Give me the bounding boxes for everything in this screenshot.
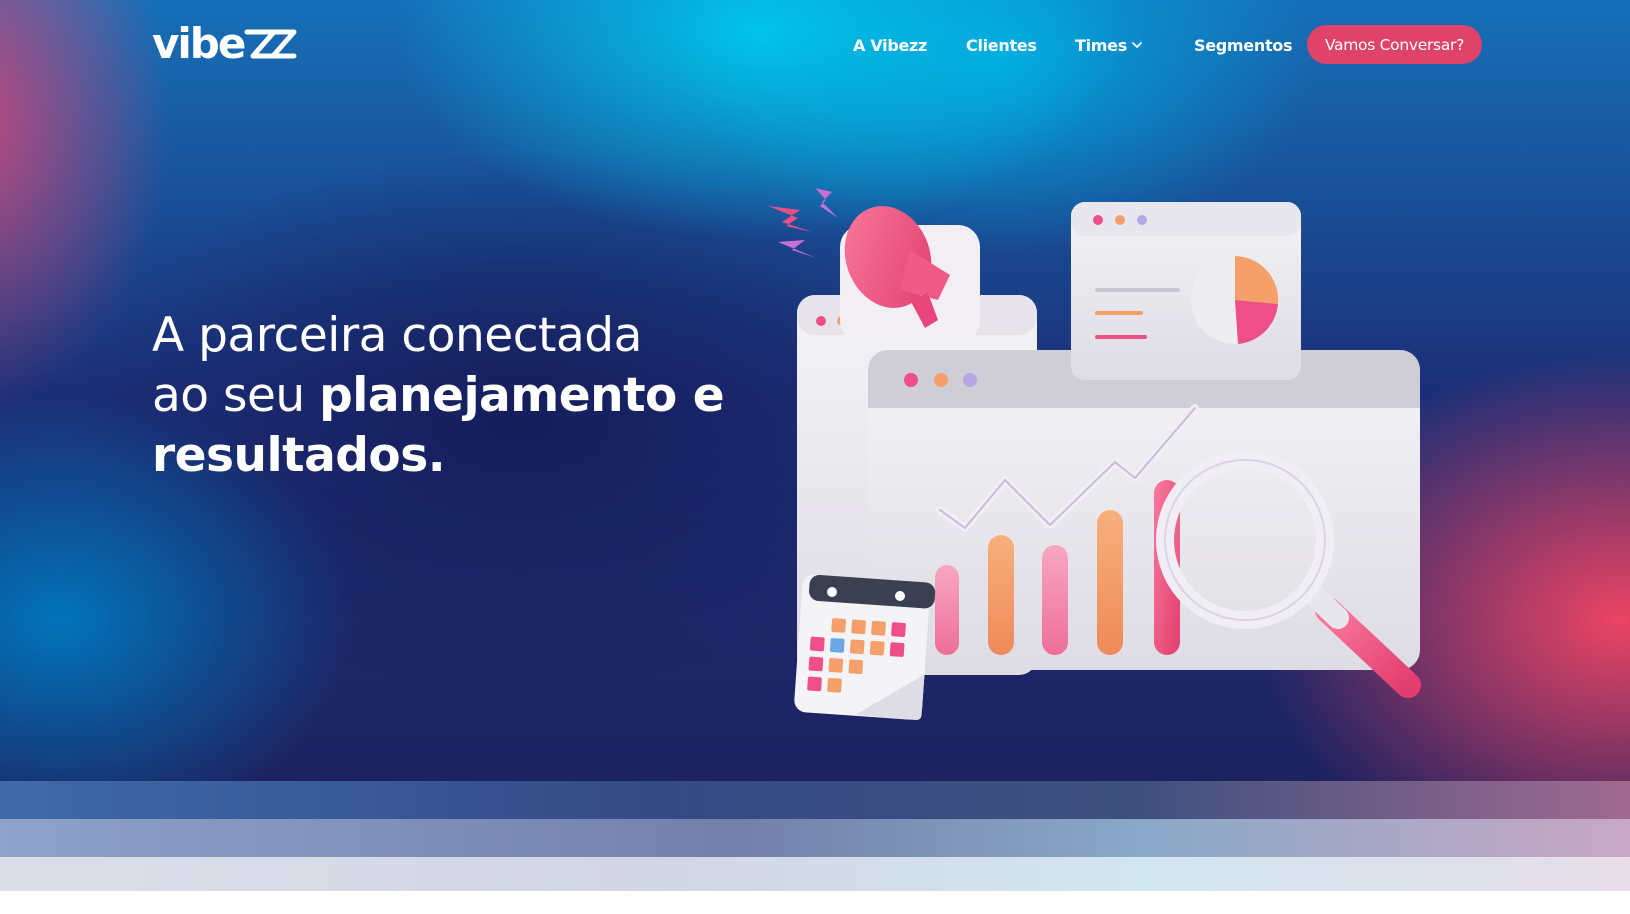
- vibezz-logo[interactable]: vibe: [152, 18, 297, 68]
- pie-chart-icon: [1191, 256, 1279, 344]
- nav-link-a-vibezz[interactable]: A Vibezz: [853, 36, 927, 55]
- megaphone-icon: [840, 206, 980, 355]
- headline-line2-bold: planejamento e: [319, 368, 725, 423]
- headline-line1: A parceira conectada: [152, 308, 642, 363]
- analytics-illustration: [768, 188, 1421, 721]
- nav-link-segmentos[interactable]: Segmentos: [1194, 36, 1293, 55]
- hero-bottom-band-1: [0, 781, 1630, 819]
- chevron-down-icon[interactable]: [1131, 39, 1143, 51]
- nav-link-clientes[interactable]: Clientes: [966, 36, 1037, 55]
- lightning-icon: [768, 188, 838, 258]
- svg-text:vibe: vibe: [152, 19, 245, 68]
- hero-section: vibe A Vibezz Clientes Times Segmentos V…: [0, 0, 1630, 781]
- hero-bottom-band-3: [0, 857, 1630, 891]
- calendar-icon: [794, 574, 936, 721]
- hero-bottom-band-2: [0, 819, 1630, 857]
- headline-line2-light: ao seu: [152, 368, 320, 423]
- hero-headline: A parceira conectada ao seu planejamento…: [152, 306, 752, 486]
- pie-chart-card: [1071, 202, 1301, 380]
- headline-line3-bold: resultados.: [152, 428, 446, 483]
- nav-link-times[interactable]: Times: [1075, 36, 1127, 55]
- vamos-conversar-button[interactable]: Vamos Conversar?: [1307, 25, 1482, 64]
